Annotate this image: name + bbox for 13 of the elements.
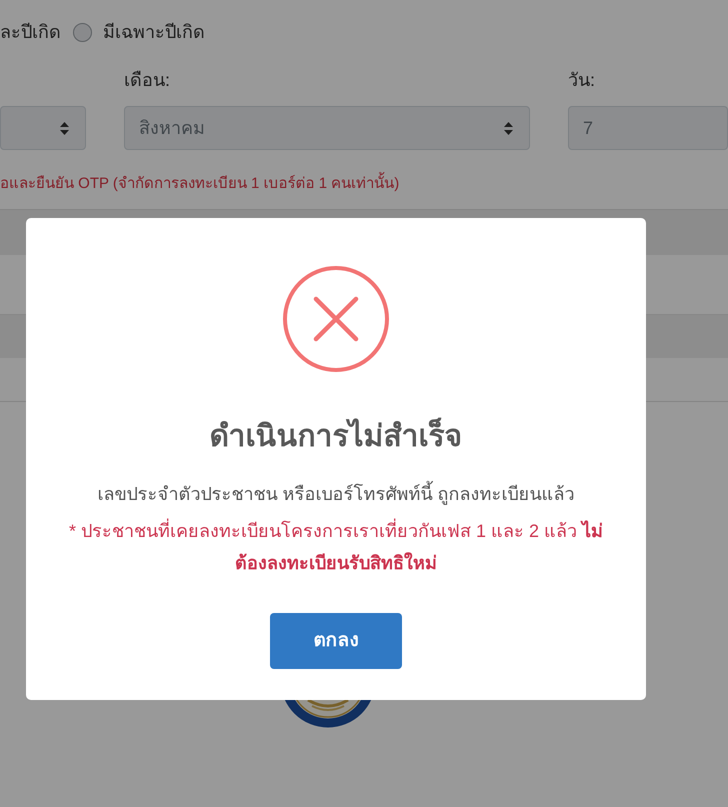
radio-button[interactable] xyxy=(73,22,92,42)
error-x-icon xyxy=(283,266,389,372)
radio-label: ละปีเกิด xyxy=(0,21,62,44)
field-label: เดือน: xyxy=(124,69,170,92)
otp-note: อและยืนยัน OTP (จำกัดการลงทะเบียน 1 เบอร์ต่อ 1 คนเท่านั้น) xyxy=(0,174,400,194)
radio-label: มีเฉพาะปีเกิด xyxy=(103,21,205,44)
caret-icon xyxy=(60,122,69,134)
ok-button[interactable]: ตกลง xyxy=(270,613,402,669)
field-label: วัน: xyxy=(568,69,596,92)
dialog-title: ดำเนินการไม่สำเร็จ xyxy=(210,416,462,458)
dialog-note: * ประชาชนที่เคยลงทะเบียนโครงการเราเที่ยวกันเฟส 1 และ 2 แล้ว ไม่ต้องลงทะเบียนรับสิทธิใหม่ xyxy=(56,515,616,579)
dialog-message: เลขประจำตัวประชาชน หรือเบอร์โทรศัพท์นี้ ถูกลงทะเบียนแล้ว xyxy=(97,478,574,510)
caret-icon xyxy=(504,122,513,134)
